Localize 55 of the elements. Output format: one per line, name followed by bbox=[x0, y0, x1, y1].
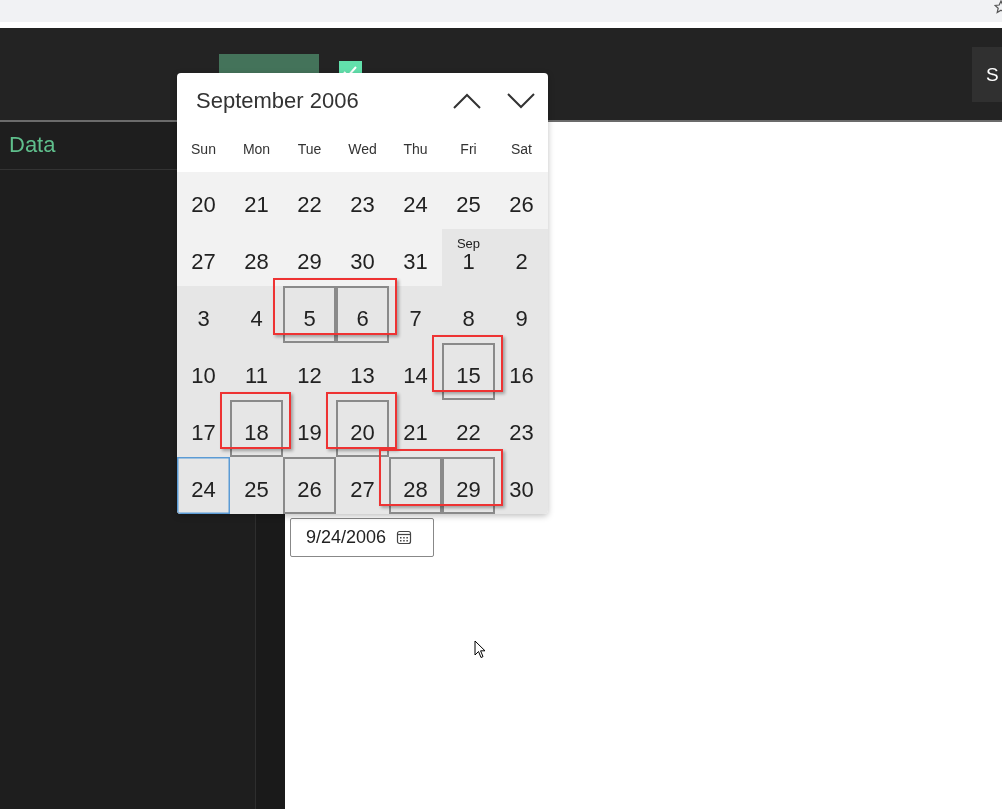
weekday-label: Tue bbox=[296, 140, 323, 157]
day-cell[interactable]: 4 bbox=[230, 286, 283, 343]
day-cell[interactable]: 8 bbox=[442, 286, 495, 343]
weekday-label: Wed bbox=[347, 140, 378, 157]
day-cell[interactable]: 17 bbox=[177, 400, 230, 457]
day-cell[interactable]: 28 bbox=[389, 457, 442, 514]
day-cell[interactable]: 30 bbox=[495, 457, 548, 514]
day-cell[interactable]: 19 bbox=[283, 400, 336, 457]
day-cell[interactable]: 25 bbox=[442, 172, 495, 229]
day-cell[interactable]: 28 bbox=[230, 229, 283, 286]
day-cell[interactable]: 30 bbox=[336, 229, 389, 286]
weekday-label: Sat bbox=[510, 140, 533, 157]
day-cell[interactable]: 5 bbox=[283, 286, 336, 343]
day-cell[interactable]: 23 bbox=[336, 172, 389, 229]
day-cell[interactable]: 21 bbox=[230, 172, 283, 229]
day-cell[interactable]: 27 bbox=[336, 457, 389, 514]
day-cell[interactable]: 11 bbox=[230, 343, 283, 400]
day-cell[interactable]: 20 bbox=[336, 400, 389, 457]
day-cell[interactable]: 22 bbox=[283, 172, 336, 229]
day-cell[interactable]: 18 bbox=[230, 400, 283, 457]
day-cell[interactable]: Sep 1 bbox=[442, 229, 495, 286]
month-title[interactable]: September 2006 bbox=[196, 88, 453, 114]
day-cell[interactable]: 27 bbox=[177, 229, 230, 286]
day-cell[interactable]: 29 bbox=[283, 229, 336, 286]
day-cell[interactable]: 24 bbox=[177, 457, 230, 514]
header-button[interactable]: S bbox=[972, 47, 1002, 102]
day-cell[interactable]: 10 bbox=[177, 343, 230, 400]
day-cell[interactable]: 26 bbox=[283, 457, 336, 514]
day-cell[interactable]: 29 bbox=[442, 457, 495, 514]
cursor-icon bbox=[474, 640, 486, 659]
day-cell[interactable]: 7 bbox=[389, 286, 442, 343]
day-cell[interactable]: 3 bbox=[177, 286, 230, 343]
day-cell[interactable]: 24 bbox=[389, 172, 442, 229]
chevron-up-icon[interactable] bbox=[453, 93, 481, 109]
day-cell[interactable]: 20 bbox=[177, 172, 230, 229]
weekday-label: Fri bbox=[459, 140, 478, 157]
day-cell[interactable]: 26 bbox=[495, 172, 548, 229]
day-cell[interactable]: 13 bbox=[336, 343, 389, 400]
day-cell[interactable]: 25 bbox=[230, 457, 283, 514]
weekday-label: Sun bbox=[190, 140, 217, 157]
day-cell[interactable]: 6 bbox=[336, 286, 389, 343]
day-cell[interactable]: 31 bbox=[389, 229, 442, 286]
day-cell[interactable]: 2 bbox=[495, 229, 548, 286]
weekday-label: Thu bbox=[402, 140, 429, 157]
day-cell[interactable]: 22 bbox=[442, 400, 495, 457]
chevron-down-icon[interactable] bbox=[507, 93, 535, 109]
day-cell[interactable]: 15 bbox=[442, 343, 495, 400]
calendar-icon[interactable] bbox=[396, 530, 413, 545]
day-cell[interactable]: 14 bbox=[389, 343, 442, 400]
day-cell[interactable]: 9 bbox=[495, 286, 548, 343]
day-cell[interactable]: 23 bbox=[495, 400, 548, 457]
day-cell[interactable]: 12 bbox=[283, 343, 336, 400]
day-cell[interactable]: 16 bbox=[495, 343, 548, 400]
day-cell[interactable]: 21 bbox=[389, 400, 442, 457]
date-field[interactable]: 9/24/2006 bbox=[290, 518, 434, 557]
